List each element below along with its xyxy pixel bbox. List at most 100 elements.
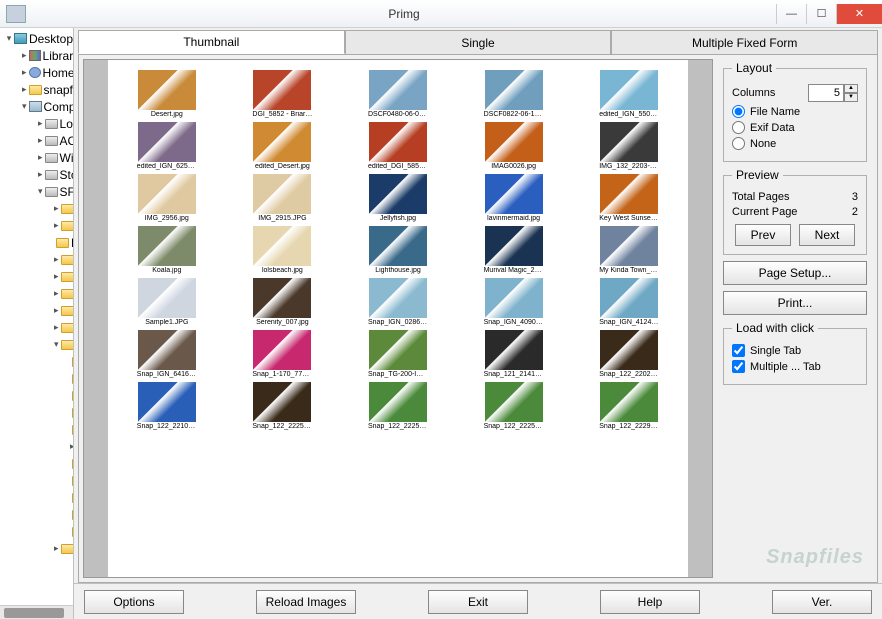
tree-item[interactable]: Sample Pictu (2, 489, 73, 506)
collapse-icon[interactable]: ▾ (54, 339, 59, 351)
next-button[interactable]: Next (799, 224, 855, 246)
thumbnail-item[interactable]: Snap_IGN_6416-06-07... (112, 330, 222, 378)
tree-item[interactable]: Flash (2, 234, 73, 251)
thumbnail-item[interactable]: Snap_122_2210_R2.JPG (112, 382, 222, 430)
thumbnail-item[interactable]: DSCF0480-06-0903.JPG (343, 70, 453, 118)
ver-button[interactable]: Ver. (772, 590, 872, 614)
thumbnail-item[interactable]: IMG_132_2203-1.jpg (574, 122, 684, 170)
radio-filename[interactable] (732, 105, 745, 118)
page-setup-button[interactable]: Page Setup... (723, 261, 867, 285)
expand-icon[interactable]: ▸ (22, 50, 27, 62)
expand-icon[interactable]: ▸ (54, 288, 59, 300)
collapse-icon[interactable]: ▾ (38, 186, 43, 198)
tree-item[interactable]: Old Photos (2, 404, 73, 421)
expand-icon[interactable]: ▸ (54, 543, 59, 555)
thumbnail-item[interactable]: Snap_1-170_7790.JPG (228, 330, 338, 378)
thumbnail-item[interactable]: Snap_122_2225_R2.JPG (228, 382, 338, 430)
expand-icon[interactable]: ▸ (38, 152, 43, 164)
expand-icon[interactable]: ▸ (38, 169, 43, 181)
tree-item[interactable]: Raw (2, 455, 73, 472)
columns-spin-down[interactable]: ▼ (844, 93, 858, 102)
expand-icon[interactable]: ▸ (54, 322, 59, 334)
thumbnail-item[interactable]: Lighthouse.jpg (343, 226, 453, 274)
thumbnail-item[interactable]: Snap_TG-200-Img_4291... (343, 330, 453, 378)
check-multiple-tab[interactable] (732, 360, 745, 373)
expand-icon[interactable]: ▸ (70, 441, 73, 453)
thumbnail-item[interactable]: edited_IGN_5508-12-08... (574, 70, 684, 118)
thumbnail-item[interactable]: IMAG0026.jpg (459, 122, 569, 170)
tree-item[interactable]: ▸Libraries (2, 47, 73, 64)
thumbnail-item[interactable]: DGI_5852 - Briar Island ... (228, 70, 338, 118)
thumbnail-item[interactable]: edited_DGI_5852 - Briar... (343, 122, 453, 170)
tree-item[interactable]: ▾Photos (2, 336, 73, 353)
expand-icon[interactable]: ▸ (22, 67, 27, 79)
thumbnail-item[interactable]: Snap_122_2202_R2.JPG (574, 330, 684, 378)
tree-item[interactable]: ▸Win7 (E:) (2, 149, 73, 166)
thumbnail-item[interactable]: Snap_IGN_4124-06-08J... (574, 278, 684, 326)
tree-item[interactable]: ▸Misc (2, 268, 73, 285)
tab-single[interactable]: Single (345, 30, 612, 54)
close-button[interactable]: ✕ (836, 4, 882, 24)
expand-icon[interactable]: ▸ (54, 305, 59, 317)
columns-spin-up[interactable]: ▲ (844, 84, 858, 93)
thumbnail-item[interactable]: Snap_122_2225_R3 (Sh... (343, 382, 453, 430)
tab-thumbnail[interactable]: Thumbnail (78, 30, 345, 54)
collapse-icon[interactable]: ▾ (6, 33, 12, 45)
thumbnail-item[interactable]: edited_IGN_6254-12-09... (112, 122, 222, 170)
tree-item[interactable]: Image Archive (2, 387, 73, 404)
reload-images-button[interactable]: Reload Images (256, 590, 356, 614)
radio-exif[interactable] (732, 121, 745, 134)
thumbnail-item[interactable]: Desert.jpg (112, 70, 222, 118)
thumbnail-item[interactable]: Snap_122_2225_R3.JPG (459, 382, 569, 430)
maximize-button[interactable]: ☐ (806, 4, 836, 24)
expand-icon[interactable]: ▸ (38, 135, 43, 147)
tree-item[interactable]: ▸snapfiles (2, 81, 73, 98)
tree-item[interactable]: ▸Graphics (2, 251, 73, 268)
folder-tree[interactable]: ▾Desktop▸Libraries▸Homegroup▸snapfiles▾C… (0, 28, 74, 619)
thumbnail-item[interactable]: Jellyfish.jpg (343, 174, 453, 222)
tree-item[interactable]: ▸Database Files (2, 200, 73, 217)
exit-button[interactable]: Exit (428, 590, 528, 614)
tree-item[interactable]: ▸Panoramas (2, 438, 73, 455)
thumbnail-item[interactable]: Serenity_007.jpg (228, 278, 338, 326)
thumbnail-item[interactable]: Murival Magic_2039285... (459, 226, 569, 274)
expand-icon[interactable]: ▸ (54, 203, 59, 215)
thumbnail-item[interactable]: Snap_IGN_0286-06-04... (343, 278, 453, 326)
tree-item[interactable]: ▸Music Files (2, 285, 73, 302)
tree-item[interactable]: ▸Storage (F:) (2, 166, 73, 183)
thumbnail-item[interactable]: IMG_2956.jpg (112, 174, 222, 222)
check-single-tab[interactable] (732, 344, 745, 357)
thumbnail-item[interactable]: Snap_IGN_4090-06-08J... (459, 278, 569, 326)
thumbnail-item[interactable]: edited_Desert.jpg (228, 122, 338, 170)
tree-item[interactable]: ▾SF TestFiles (G:) (2, 183, 73, 200)
collapse-icon[interactable]: ▾ (22, 101, 27, 113)
columns-input[interactable] (808, 84, 844, 102)
expand-icon[interactable]: ▸ (54, 271, 59, 283)
expand-icon[interactable]: ▸ (22, 84, 27, 96)
expand-icon[interactable]: ▸ (38, 118, 43, 130)
tree-item[interactable]: ▾Desktop (2, 30, 73, 47)
expand-icon[interactable]: ▸ (54, 254, 59, 266)
tree-item[interactable]: Geotagged (2, 370, 73, 387)
tree-item[interactable]: Output (2, 421, 73, 438)
tree-item[interactable]: ▸PDF (2, 319, 73, 336)
expand-icon[interactable]: ▸ (54, 220, 59, 232)
tree-item[interactable]: ▸Dev Files (2, 217, 73, 234)
tree-item[interactable]: ▸Private Files (2, 540, 73, 557)
thumbnail-item[interactable]: Koala.jpg (112, 226, 222, 274)
thumbnail-item[interactable]: Snap_122_2229_R2crop... (574, 382, 684, 430)
tree-item[interactable]: ▸Local Disk (C:) (2, 115, 73, 132)
thumbnail-item[interactable]: IMG_2915.JPG (228, 174, 338, 222)
thumbnail-item[interactable]: lolsbeach.jpg (228, 226, 338, 274)
tab-multiple-fixed-form[interactable]: Multiple Fixed Form (611, 30, 878, 54)
tree-item[interactable]: ▸Office Files (2, 302, 73, 319)
tree-item[interactable]: Red-Eye (2, 472, 73, 489)
thumbnail-item[interactable]: Snap_121_2141_R2.JPG (459, 330, 569, 378)
help-button[interactable]: Help (600, 590, 700, 614)
tree-item[interactable]: ▾Computer (2, 98, 73, 115)
horizontal-scrollbar[interactable] (0, 605, 73, 619)
minimize-button[interactable]: — (776, 4, 806, 24)
tree-item[interactable]: thumbs (2, 523, 73, 540)
thumbnail-item[interactable]: lavinmermaid.jpg (459, 174, 569, 222)
tree-item[interactable]: temp (2, 506, 73, 523)
